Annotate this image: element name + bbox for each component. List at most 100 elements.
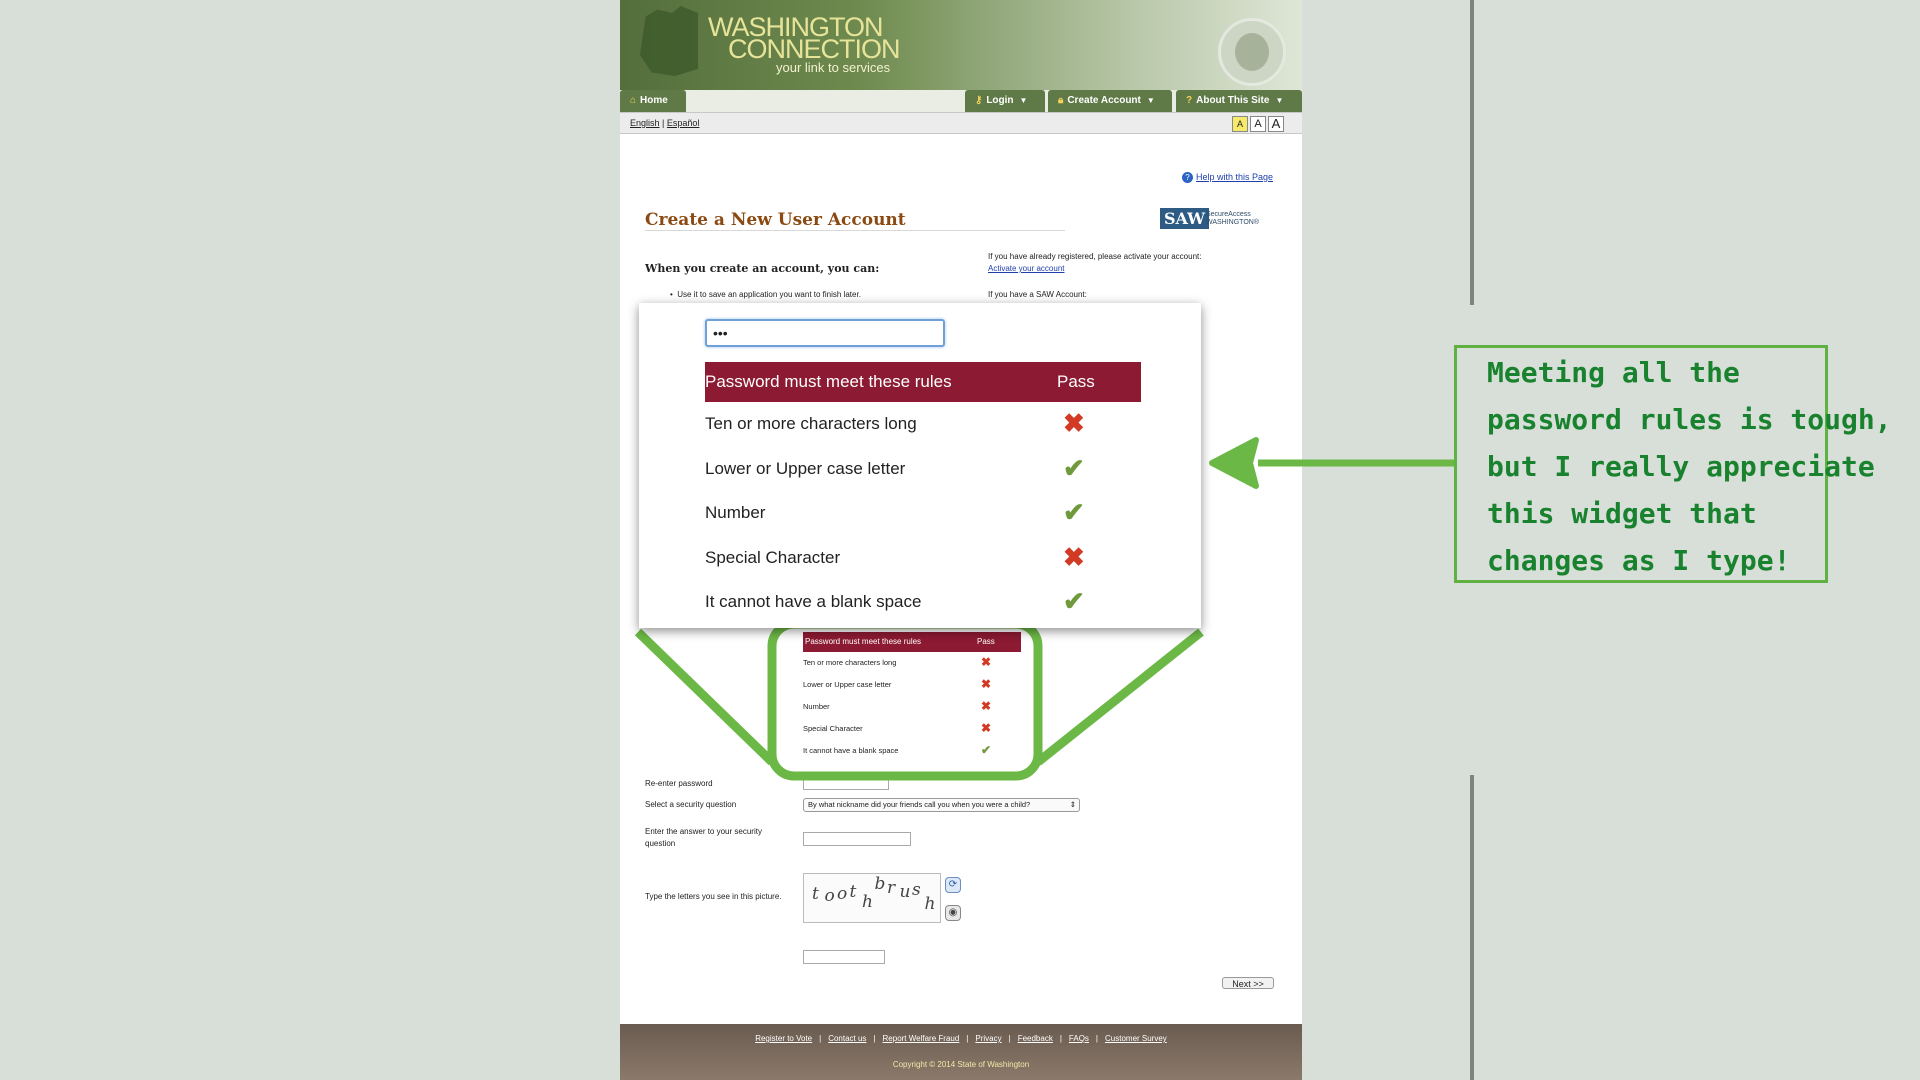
check-icon: ✔ bbox=[1063, 586, 1085, 617]
chevron-down-icon: ▼ bbox=[1146, 96, 1155, 105]
annotation-line: this widget that bbox=[1487, 497, 1757, 530]
annotation-line: password rules is tough, bbox=[1487, 403, 1892, 436]
security-answer-label: Enter the answer to your security questio… bbox=[645, 827, 762, 848]
cross-icon: ✖ bbox=[1063, 541, 1085, 572]
page-title: Create a New User Account bbox=[645, 210, 906, 230]
captcha-letter: t bbox=[812, 884, 823, 904]
security-question-label: Select a security question bbox=[645, 800, 737, 809]
captcha-letter: s bbox=[912, 880, 925, 900]
rule-label: It cannot have a blank space bbox=[705, 592, 922, 612]
footer-link[interactable]: Report Welfare Fraud bbox=[883, 1034, 960, 1043]
rule-row: Special Character ✖ bbox=[705, 536, 1141, 581]
main-nav: ⌂ Home ⚷ Login ▼ 🔒︎ Create Account ▼ ? About T… bbox=[620, 90, 1302, 112]
rule-row: Lower or Upper case letter ✔ bbox=[705, 447, 1141, 492]
copyright: Copyright © 2014 State of Washington bbox=[892, 1060, 1030, 1069]
refresh-icon[interactable]: ⟳ bbox=[945, 877, 961, 893]
title-divider bbox=[645, 230, 1065, 231]
rules-header: Password must meet these rules Pass bbox=[803, 632, 1021, 652]
help-link[interactable]: ? Help with this Page bbox=[1182, 172, 1273, 183]
text-size-medium[interactable]: A bbox=[1250, 116, 1266, 132]
rules-header-zoomed: Password must meet these rules Pass bbox=[705, 362, 1141, 402]
logo-tagline: your link to services bbox=[776, 60, 891, 75]
annotation-line: changes as I type! bbox=[1487, 544, 1791, 577]
footer-link[interactable]: Feedback bbox=[1018, 1034, 1053, 1043]
nav-login[interactable]: ⚷ Login ▼ bbox=[965, 90, 1045, 112]
rule-row: It cannot have a blank space ✔ bbox=[705, 580, 1141, 625]
zoomed-password-widget: ••• Password must meet these rules Pass … bbox=[639, 303, 1201, 628]
check-icon: ✔ bbox=[1063, 497, 1085, 528]
nav-create-account[interactable]: 🔒︎ Create Account ▼ bbox=[1048, 90, 1172, 112]
captcha-letter: r bbox=[887, 878, 900, 898]
captcha-input[interactable] bbox=[803, 950, 885, 964]
cross-icon: ✖ bbox=[1063, 408, 1085, 438]
rule-label: Lower or Upper case letter bbox=[705, 458, 906, 478]
select-arrows-icon: ⇕ bbox=[1069, 800, 1076, 809]
footer-link[interactable]: Customer Survey bbox=[1105, 1034, 1167, 1043]
security-question-select[interactable]: By what nickname did your friends call y… bbox=[803, 798, 1080, 812]
captcha-letter: t bbox=[849, 882, 861, 902]
cross-icon: ✖ bbox=[981, 721, 992, 735]
saw-logo-text: SecureAccess WASHINGTON® bbox=[1206, 211, 1259, 226]
footer-link[interactable]: Register to Vote bbox=[755, 1034, 812, 1043]
footer-link[interactable]: FAQs bbox=[1069, 1034, 1089, 1043]
annotation-line: Meeting all the bbox=[1487, 356, 1740, 389]
key-icon: ⚷ bbox=[975, 95, 983, 106]
reenter-password-input[interactable] bbox=[803, 780, 889, 790]
footer-link[interactable]: Contact us bbox=[828, 1034, 866, 1043]
check-icon: ✔ bbox=[1063, 452, 1085, 483]
rule-label: Number bbox=[705, 503, 766, 523]
footer-links: Register to Vote | Contact us | Report Welfa… bbox=[755, 1034, 1167, 1043]
next-button[interactable]: Next >> bbox=[1222, 977, 1274, 989]
rule-row: Number ✔ bbox=[705, 491, 1141, 536]
rule-row: Ten or more characters long ✖ bbox=[705, 402, 1141, 447]
audio-captcha-icon[interactable]: ◉ bbox=[945, 905, 961, 921]
reenter-password-label: Re-enter password bbox=[645, 779, 713, 788]
rule-label: Lower or Upper case letter bbox=[803, 680, 892, 689]
question-icon: ? bbox=[1186, 95, 1193, 106]
slide-divider-top bbox=[1470, 0, 1474, 305]
rule-label: Special Character bbox=[803, 724, 863, 733]
nav-about[interactable]: ? About This Site ▼ bbox=[1176, 90, 1302, 112]
cross-icon: ✖ bbox=[981, 677, 992, 691]
password-input[interactable]: ••• bbox=[705, 319, 945, 347]
rule-row: Special Character ✖ bbox=[803, 718, 1021, 740]
lang-english[interactable]: English bbox=[630, 118, 660, 128]
captcha-letter: h bbox=[862, 892, 877, 912]
cross-icon: ✖ bbox=[981, 699, 992, 713]
annotation-callout: Meeting all the password rules is tough, b… bbox=[1454, 345, 1892, 583]
lang-spanish[interactable]: Español bbox=[667, 118, 700, 128]
slide-divider-bottom bbox=[1470, 775, 1474, 1080]
language-links: English | Español bbox=[630, 118, 700, 128]
benefit-item: • Use it to save an application you want… bbox=[670, 290, 861, 299]
password-rules-table-zoomed: Password must meet these rules Pass Ten … bbox=[705, 362, 1141, 625]
rule-row: It cannot have a blank space ✔ bbox=[803, 740, 1021, 762]
registered-text: If you have already registered, please a… bbox=[988, 252, 1202, 261]
rule-label: Ten or more characters long bbox=[803, 658, 897, 667]
chevron-down-icon: ▼ bbox=[1019, 96, 1028, 105]
check-icon: ✔ bbox=[981, 743, 992, 757]
nav-home[interactable]: ⌂ Home bbox=[620, 90, 686, 112]
cross-icon: ✖ bbox=[981, 655, 992, 669]
help-icon: ? bbox=[1182, 172, 1193, 183]
language-bar: English | Español A A A bbox=[620, 112, 1302, 134]
annotation-line: but I really appreciate bbox=[1487, 450, 1875, 483]
footer-link[interactable]: Privacy bbox=[975, 1034, 1001, 1043]
security-answer-input[interactable] bbox=[803, 832, 911, 846]
washington-map-icon bbox=[640, 6, 698, 76]
captcha-image: toothbrush bbox=[803, 873, 941, 923]
chevron-down-icon: ▼ bbox=[1275, 96, 1284, 105]
rule-row: Ten or more characters long ✖ bbox=[803, 652, 1021, 674]
state-seal-icon bbox=[1218, 18, 1286, 86]
benefits-heading: When you create an account, you can: bbox=[645, 262, 880, 275]
lock-icon: 🔒︎ bbox=[1058, 95, 1064, 106]
saw-account-text: If you have a SAW Account: bbox=[988, 290, 1087, 299]
password-rules-table: Password must meet these rules Pass Ten … bbox=[803, 632, 1021, 762]
text-size-large[interactable]: A bbox=[1268, 116, 1284, 132]
site-banner: WASHINGTON CONNECTION your link to servi… bbox=[620, 0, 1302, 90]
text-size-small[interactable]: A bbox=[1232, 116, 1248, 132]
activate-account-link[interactable]: Activate your account bbox=[988, 264, 1064, 273]
rule-label: It cannot have a blank space bbox=[803, 746, 899, 755]
captcha-letter: h bbox=[924, 894, 940, 914]
rule-row: Lower or Upper case letter ✖ bbox=[803, 674, 1021, 696]
rule-label: Special Character bbox=[705, 547, 841, 567]
